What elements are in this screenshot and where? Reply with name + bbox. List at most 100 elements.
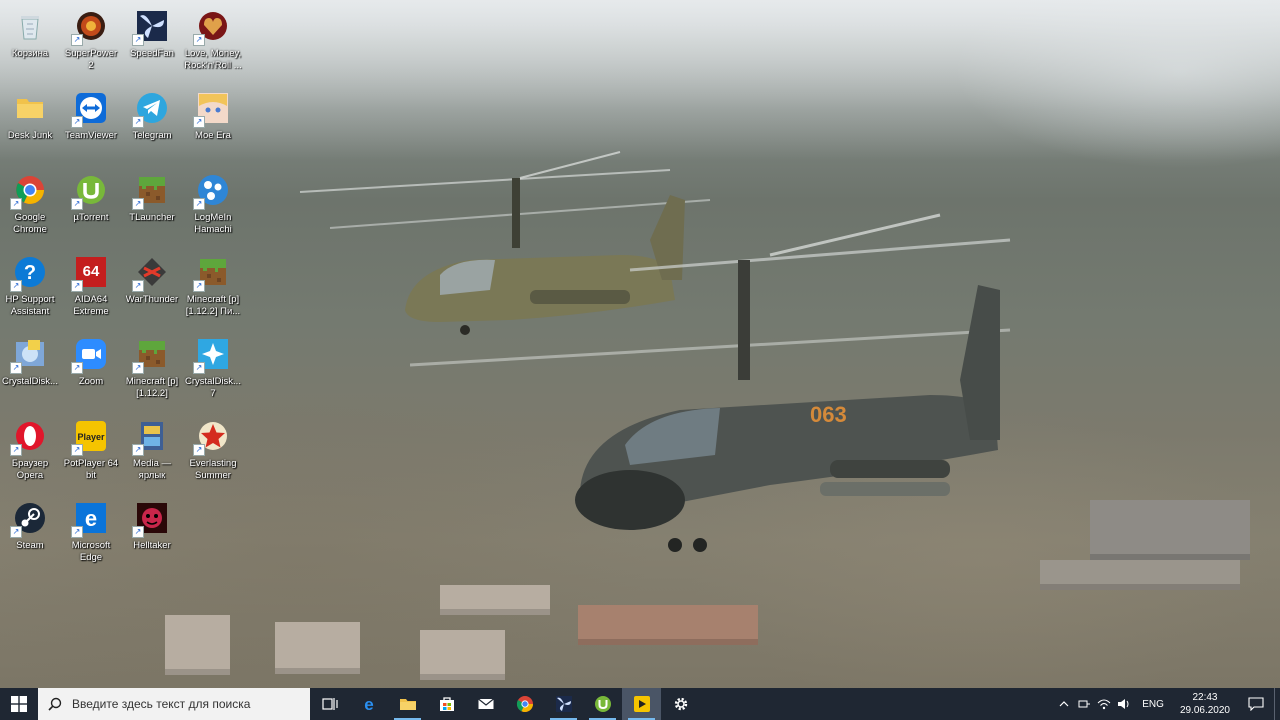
taskbar-app-chrome[interactable]	[505, 688, 544, 720]
shortcut-arrow-icon: ↗	[71, 444, 83, 456]
desktop-icon[interactable]: e ↗ Microsoft Edge	[61, 496, 121, 572]
shortcut-arrow-icon: ↗	[193, 280, 205, 292]
desktop-icon-label: Love, Money, Rock'n'Roll ...	[184, 48, 242, 71]
taskbar-app-speedfan[interactable]	[544, 688, 583, 720]
desktop-icon[interactable]: ↗ Steam	[0, 496, 60, 572]
desktop-icon[interactable]: Desk Junk	[0, 86, 60, 162]
desktop-icon-label: Moe Era	[195, 130, 231, 141]
desktop-icon[interactable]: ↗ TLauncher	[122, 168, 182, 244]
taskbar-app-task-view[interactable]	[310, 688, 349, 720]
taskbar-app-edge[interactable]: e	[349, 688, 388, 720]
chrome-icon	[516, 695, 534, 713]
speedfan-icon: ↗	[132, 8, 170, 46]
chrome-icon: ↗	[10, 172, 48, 210]
shortcut-arrow-icon: ↗	[71, 198, 83, 210]
telegram-icon: ↗	[132, 90, 170, 128]
desktop-icon[interactable]: ↗ CrystalDisk... 7	[183, 332, 243, 408]
desktop-icon[interactable]: ↗ Helltaker	[122, 496, 182, 572]
store-icon	[438, 695, 456, 713]
heart-badge-icon: ↗	[193, 8, 231, 46]
desktop-icon-label: µTorrent	[73, 212, 109, 223]
teamviewer-icon: ↗	[71, 90, 109, 128]
wallpaper-building	[275, 622, 360, 674]
hamachi-icon: ↗	[193, 172, 231, 210]
wallpaper-building	[1040, 560, 1240, 590]
system-tray: ENG 22:43 29.06.2020	[1054, 688, 1280, 720]
star-badge-icon: ↗	[193, 418, 231, 456]
taskbar-clock[interactable]: 22:43 29.06.2020	[1172, 691, 1238, 717]
desktop-icon[interactable]: ↗ TeamViewer	[61, 86, 121, 162]
desktop-icon[interactable]: ↗ µTorrent	[61, 168, 121, 244]
shortcut-arrow-icon: ↗	[132, 116, 144, 128]
shortcut-arrow-icon: ↗	[10, 362, 22, 374]
taskbar-app-potplayer[interactable]	[622, 688, 661, 720]
tray-network-button[interactable]	[1094, 688, 1114, 720]
desktop-icon[interactable]: ↗ Moe Era	[183, 86, 243, 162]
svg-text:Player: Player	[77, 432, 105, 442]
desktop-icon[interactable]: ↗ Zoom	[61, 332, 121, 408]
edge-icon: e	[360, 695, 378, 713]
taskbar-search-box[interactable]	[38, 688, 310, 720]
shortcut-arrow-icon: ↗	[132, 34, 144, 46]
taskbar-app-mail[interactable]	[466, 688, 505, 720]
clock-time: 22:43	[1192, 692, 1218, 703]
shortcut-arrow-icon: ↗	[193, 444, 205, 456]
tray-overflow-button[interactable]	[1054, 688, 1074, 720]
wallpaper-building	[165, 615, 230, 675]
tray-power-button[interactable]	[1074, 688, 1094, 720]
media-icon: ↗	[132, 418, 170, 456]
desktop-icon[interactable]: Корзина	[0, 4, 60, 80]
desktop-icon-label: Media — ярлык	[132, 458, 171, 481]
superpower-icon: ↗	[71, 8, 109, 46]
desktop-icon[interactable]: ↗ CrystalDisk...	[0, 332, 60, 408]
taskbar-app-settings[interactable]	[661, 688, 700, 720]
shortcut-arrow-icon: ↗	[132, 526, 144, 538]
search-input[interactable]	[70, 696, 294, 712]
aida64-icon: 64 ↗	[71, 254, 109, 292]
shortcut-arrow-icon: ↗	[71, 34, 83, 46]
desktop-icon[interactable]: ↗ Media — ярлык	[122, 414, 182, 490]
taskbar-app-utorrent[interactable]	[583, 688, 622, 720]
zoom-icon: ↗	[71, 336, 109, 374]
svg-text:e: e	[85, 506, 97, 531]
tray-volume-button[interactable]	[1114, 688, 1134, 720]
start-button[interactable]	[0, 688, 38, 720]
desktop-icon-label: Desk Junk	[7, 130, 53, 141]
show-desktop-button[interactable]	[1274, 688, 1280, 720]
desktop-icon[interactable]: ↗ Minecraft [р] [1.12.2] Пи...	[183, 250, 243, 326]
desktop-icon[interactable]: ↗ WarThunder	[122, 250, 182, 326]
input-language-indicator[interactable]: ENG	[1134, 699, 1172, 710]
shortcut-arrow-icon: ↗	[71, 280, 83, 292]
action-center-button[interactable]	[1238, 688, 1274, 720]
task-view-icon	[321, 695, 339, 713]
shortcut-arrow-icon: ↗	[71, 526, 83, 538]
wifi-icon	[1097, 699, 1111, 710]
mail-icon	[477, 695, 495, 713]
desktop-icon[interactable]: 64 ↗ AIDA64 Extreme	[61, 250, 121, 326]
desktop-icon[interactable]: ↗ Google Chrome	[0, 168, 60, 244]
taskbar-app-file-explorer[interactable]	[388, 688, 427, 720]
desktop-icon[interactable]: ↗ Telegram	[122, 86, 182, 162]
help-icon: ? ↗	[10, 254, 48, 292]
desktop-icon-label: PotPlayer 64 bit	[63, 458, 119, 481]
utorrent-icon: ↗	[71, 172, 109, 210]
desktop-icon[interactable]: ↗ Everlasting Summer	[183, 414, 243, 490]
desktop-icon-label: Helltaker	[133, 540, 171, 551]
folder-icon	[12, 90, 48, 126]
shortcut-arrow-icon: ↗	[10, 444, 22, 456]
desktop-icon[interactable]: ↗ Браузер Opera	[0, 414, 60, 490]
desktop-icon[interactable]: ↗ LogMeIn Hamachi	[183, 168, 243, 244]
shortcut-arrow-icon: ↗	[10, 280, 22, 292]
desktop-icon[interactable]: ↗ SuperPower 2	[61, 4, 121, 80]
desktop-icon[interactable]: Player ↗ PotPlayer 64 bit	[61, 414, 121, 490]
desktop-icon-label: Steam	[16, 540, 44, 551]
chevron-up-icon	[1059, 701, 1069, 707]
desktop-icon[interactable]: ↗ Minecraft [р] [1.12.2]	[122, 332, 182, 408]
desktop-icon[interactable]: ? ↗ HP Support Assistant	[0, 250, 60, 326]
crystaldisk-info-icon: ↗	[10, 336, 48, 374]
desktop-icon[interactable]: ↗ SpeedFan	[122, 4, 182, 80]
svg-text:?: ?	[24, 262, 36, 284]
taskbar-app-store[interactable]	[427, 688, 466, 720]
wallpaper-building	[420, 630, 505, 680]
desktop-icon[interactable]: ↗ Love, Money, Rock'n'Roll ...	[183, 4, 243, 80]
